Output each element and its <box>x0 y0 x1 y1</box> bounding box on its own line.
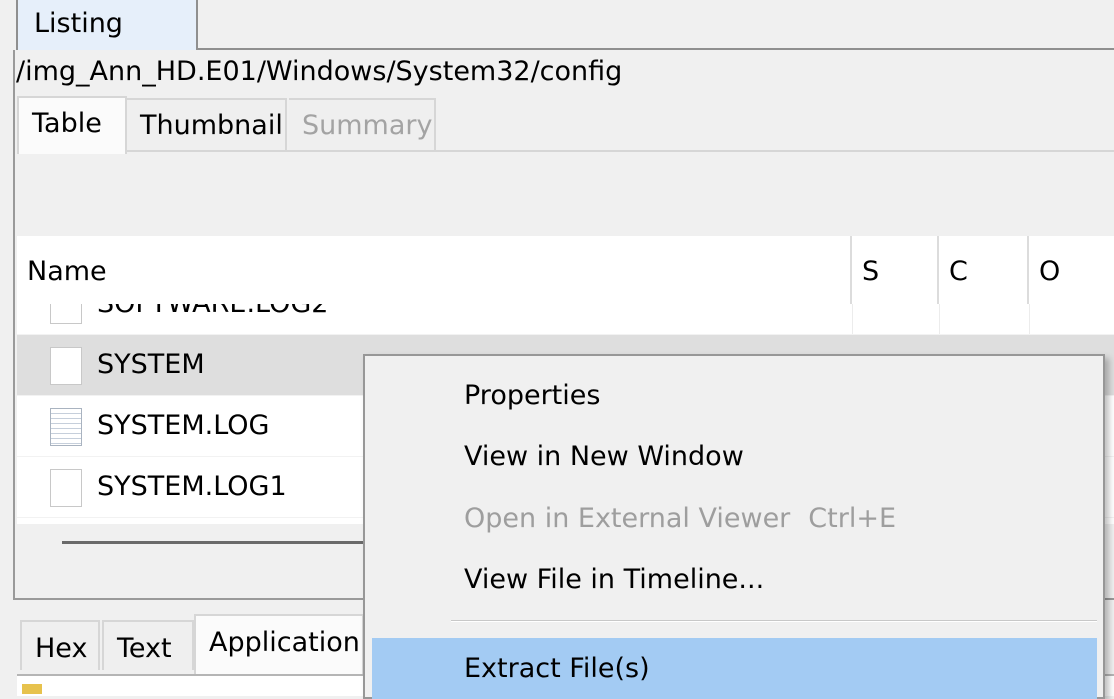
file-icon <box>50 347 82 385</box>
column-header-c[interactable]: C <box>939 236 1027 304</box>
menu-item-view-in-new-window[interactable]: View in New Window <box>365 426 1103 487</box>
column-header-name[interactable]: Name <box>17 236 850 304</box>
menu-item-label: Extract File(s) <box>464 653 650 684</box>
tab-table[interactable]: Table <box>17 96 127 154</box>
menu-item-properties[interactable]: Properties <box>365 365 1103 426</box>
column-header-o[interactable]: O <box>1029 236 1114 304</box>
table-header: Name S C O <box>17 236 1114 305</box>
menu-separator-highlight <box>451 621 1097 622</box>
menu-item-open-in-external-viewer: Open in External Viewer Ctrl+E <box>365 488 1103 549</box>
menu-item-label: View in New Window <box>464 441 744 472</box>
file-icon <box>50 469 82 507</box>
column-header-s[interactable]: S <box>852 236 937 304</box>
tab-application[interactable]: Application <box>194 614 364 674</box>
menu-item-label: Properties <box>464 380 601 411</box>
tab-thumbnail[interactable]: Thumbnail <box>127 98 287 152</box>
file-name: SOFTWARE.LOG2 <box>97 304 328 334</box>
menu-item-extract-files[interactable]: Extract File(s) <box>372 638 1097 699</box>
menu-item-label: Open in External Viewer <box>464 503 791 534</box>
file-name: SYSTEM.LOG <box>97 410 270 441</box>
context-menu: Properties View in New Window Open in Ex… <box>363 354 1105 699</box>
path-breadcrumb: /img_Ann_HD.E01/Windows/System32/config <box>16 56 623 87</box>
tab-listing[interactable]: Listing <box>16 0 198 50</box>
file-icon <box>50 304 82 324</box>
menu-item-shortcut: Ctrl+E <box>808 503 897 534</box>
menu-item-label: View File in Timeline... <box>464 564 765 595</box>
folder-icon <box>22 684 42 694</box>
file-name: SYSTEM <box>97 349 205 380</box>
text-file-icon <box>50 408 82 446</box>
tab-summary: Summary <box>289 98 436 152</box>
tab-hex[interactable]: Hex <box>20 620 100 670</box>
tab-text[interactable]: Text <box>102 620 194 670</box>
table-row[interactable]: SOFTWARE.LOG2 <box>17 304 1114 335</box>
tabs-baseline <box>127 150 1114 152</box>
menu-item-view-file-in-timeline[interactable]: View File in Timeline... <box>365 549 1103 610</box>
file-name: SYSTEM.LOG1 <box>97 471 287 502</box>
horizontal-scrollbar[interactable] <box>62 541 392 544</box>
